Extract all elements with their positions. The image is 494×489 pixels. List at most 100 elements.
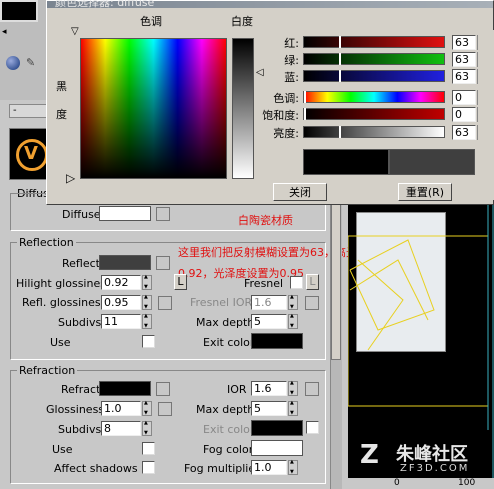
reflection-exit-color-swatch[interactable] xyxy=(251,333,303,349)
refl-glossiness-map-button[interactable] xyxy=(158,296,172,310)
reflection-use-checkbox[interactable] xyxy=(142,335,155,348)
refraction-subdivs-spinner[interactable] xyxy=(142,420,152,436)
whiteness-pointer-icon[interactable]: ◁ xyxy=(256,67,264,78)
refract-color-swatch[interactable] xyxy=(99,381,151,396)
ruler-left-value: 0 xyxy=(394,478,400,488)
hilight-lock-button[interactable]: L xyxy=(174,274,187,290)
whiteness-slider[interactable] xyxy=(232,38,254,179)
green-slider[interactable] xyxy=(303,53,445,65)
blackness-pointer-icon[interactable]: ▷ xyxy=(66,171,75,185)
refraction-glossiness-label: Glossiness xyxy=(46,403,105,416)
brightness-input[interactable]: 63 xyxy=(452,125,476,140)
hue-slider[interactable] xyxy=(303,91,445,103)
ior-map-button[interactable] xyxy=(305,382,319,396)
refraction-exit-color-swatch[interactable] xyxy=(251,420,303,436)
hue-input[interactable]: 0 xyxy=(452,90,476,105)
refraction-exit-color-label: Exit color xyxy=(203,423,255,436)
blue-input[interactable]: 63 xyxy=(452,69,476,84)
refraction-glossiness-input[interactable]: 1.0 xyxy=(101,401,141,416)
refraction-glossiness-spinner[interactable] xyxy=(142,400,152,416)
viewport-ruler: 0 100 xyxy=(348,478,494,489)
green-label: 绿: xyxy=(284,54,299,67)
panel-scrollbar-thumb[interactable] xyxy=(331,200,341,360)
reflection-subdivs-label: Subdivs xyxy=(58,316,102,329)
reflect-color-swatch[interactable] xyxy=(99,255,151,270)
affect-shadows-checkbox[interactable] xyxy=(142,461,155,474)
fresnel-checkbox[interactable] xyxy=(290,276,303,289)
ior-input[interactable]: 1.6 xyxy=(251,381,287,396)
refl-glossiness-input[interactable]: 0.95 xyxy=(101,295,141,310)
diffuse-color-swatch[interactable] xyxy=(99,206,151,221)
ior-label: IOR xyxy=(227,383,247,396)
refraction-max-depth-input[interactable]: 5 xyxy=(251,401,287,416)
fresnel-ior-spinner[interactable] xyxy=(288,294,298,310)
refraction-use-checkbox[interactable] xyxy=(142,442,155,455)
saturation-input[interactable]: 0 xyxy=(452,107,476,122)
brightness-slider-marker[interactable] xyxy=(338,126,341,138)
refl-glossiness-spinner[interactable] xyxy=(142,294,152,310)
green-slider-marker[interactable] xyxy=(338,53,341,65)
refraction-title: Refraction xyxy=(17,364,78,377)
diffuse-label: Diffuse xyxy=(62,208,101,221)
red-input[interactable]: 63 xyxy=(452,35,476,50)
green-input[interactable]: 63 xyxy=(452,52,476,67)
toolbar-arrow-icon[interactable]: ◂ xyxy=(2,27,12,39)
fresnel-ior-map-button[interactable] xyxy=(305,296,319,310)
blue-slider-marker[interactable] xyxy=(338,70,341,82)
watermark-url: ZF3D.COM xyxy=(400,463,470,474)
refraction-max-depth-spinner[interactable] xyxy=(288,400,298,416)
refraction-exit-color-checkbox[interactable] xyxy=(306,421,319,434)
hue-label: 色调: xyxy=(273,92,299,105)
reflect-map-button[interactable] xyxy=(156,256,170,270)
reset-button[interactable]: 重置(R) xyxy=(398,183,452,201)
reflection-subdivs-input[interactable]: 11 xyxy=(101,314,141,329)
fog-multiplier-spinner[interactable] xyxy=(288,459,298,475)
hilight-glossiness-input[interactable]: 0.92 xyxy=(101,275,141,290)
collapse-button[interactable]: - xyxy=(9,104,49,118)
fog-multiplier-input[interactable]: 1.0 xyxy=(251,460,287,475)
red-slider-marker[interactable] xyxy=(338,36,341,48)
saturation-slider-marker[interactable] xyxy=(304,108,306,120)
reflection-subdivs-spinner[interactable] xyxy=(142,313,152,329)
red-slider[interactable] xyxy=(303,36,445,48)
watermark: Z 朱峰社区 ZF3D.COM xyxy=(360,438,494,478)
ior-spinner[interactable] xyxy=(288,380,298,396)
pick-icon[interactable]: ✎ xyxy=(26,56,40,70)
reflection-max-depth-label: Max depth xyxy=(196,316,255,329)
right-edge-strip xyxy=(478,30,494,200)
hue-pointer-icon[interactable]: ▽ xyxy=(71,26,79,37)
blue-label: 蓝: xyxy=(284,71,299,84)
refract-label: Refract xyxy=(61,383,101,396)
fog-color-swatch[interactable] xyxy=(251,440,303,456)
reflection-exit-color-label: Exit color xyxy=(203,336,255,349)
refraction-glossiness-map-button[interactable] xyxy=(158,402,172,416)
blue-slider[interactable] xyxy=(303,70,445,82)
reflection-max-depth-spinner[interactable] xyxy=(288,313,298,329)
watermark-logo-icon: Z xyxy=(360,440,379,470)
saturation-label: 饱和度: xyxy=(262,109,299,122)
hue-saturation-field[interactable] xyxy=(80,38,227,179)
fresnel-ior-label: Fresnel IOR xyxy=(190,296,253,309)
fresnel-lock-button[interactable]: L xyxy=(306,274,319,290)
reflect-label: Reflect xyxy=(62,257,100,270)
hue-slider-marker[interactable] xyxy=(304,91,306,103)
brightness-slider[interactable] xyxy=(303,126,445,138)
color-preview-old xyxy=(303,149,389,175)
diffuse-map-button[interactable] xyxy=(156,207,170,221)
annotation-text-2: 0.92，光泽度设置为0.95 xyxy=(178,267,304,280)
hilight-glossiness-spinner[interactable] xyxy=(142,274,152,290)
refract-map-button[interactable] xyxy=(156,382,170,396)
fresnel-ior-input[interactable]: 1.6 xyxy=(251,295,287,310)
reflection-max-depth-input[interactable]: 5 xyxy=(251,314,287,329)
close-button[interactable]: 关闭 xyxy=(273,183,327,201)
top-left-swatch[interactable] xyxy=(0,0,38,22)
saturation-slider[interactable] xyxy=(303,108,445,120)
refraction-subdivs-input[interactable]: 8 xyxy=(101,421,141,436)
sphere-icon[interactable] xyxy=(6,56,20,70)
affect-shadows-label: Affect shadows xyxy=(54,462,138,475)
dialog-titlebar[interactable]: 颜色选择器: diffuse xyxy=(47,0,493,9)
refl-glossiness-label: Refl. glossiness xyxy=(22,296,107,309)
red-label: 红: xyxy=(284,37,299,50)
color-picker-dialog: 颜色选择器: diffuse 色调 白度 ▽ ▷ 黑度 ◁ 红: 63 绿: 63 蓝:… xyxy=(46,0,494,205)
brightness-label: 亮度: xyxy=(273,127,299,140)
